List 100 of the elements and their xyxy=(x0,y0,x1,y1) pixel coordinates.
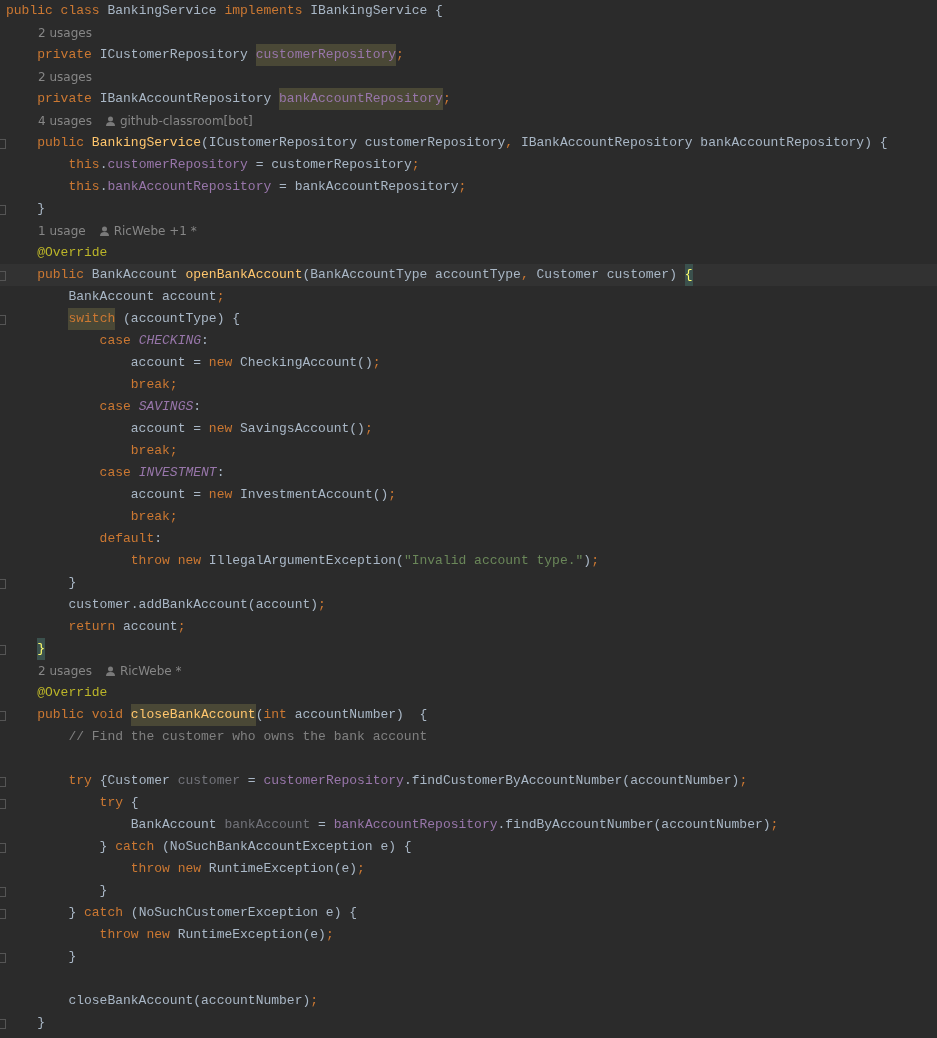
code-token: BankAccount xyxy=(129,816,218,834)
author-hint[interactable]: github-classroom[bot] xyxy=(119,114,253,128)
code-token: case xyxy=(98,398,132,416)
code-token: this xyxy=(67,156,100,174)
code-token: Customer customer) xyxy=(536,266,678,284)
code-token: RuntimeException(e) xyxy=(208,860,358,878)
code-token: ; xyxy=(388,486,397,504)
code-token: default xyxy=(98,530,155,548)
usages-hint[interactable]: 2 usages xyxy=(38,70,92,84)
code-token: ; xyxy=(739,772,748,790)
code-token: public xyxy=(36,134,85,152)
code-token: try xyxy=(98,794,125,812)
code-token: public class xyxy=(6,2,101,20)
fold-marker-icon[interactable] xyxy=(0,777,6,787)
code-token: : xyxy=(193,398,202,416)
fold-marker-icon[interactable] xyxy=(0,953,6,963)
code-token: bankAccountRepository xyxy=(107,178,272,196)
code-token: BankingService xyxy=(91,134,202,152)
fold-marker-icon[interactable] xyxy=(0,1019,6,1029)
code-token: ; xyxy=(458,178,467,196)
code-token: INVESTMENT xyxy=(138,464,217,482)
fold-marker-icon[interactable] xyxy=(0,909,6,919)
code-token: } xyxy=(98,838,109,856)
code-token: @Override xyxy=(36,684,108,702)
code-token: } xyxy=(36,1014,45,1032)
code-token: new xyxy=(208,354,234,372)
code-token: break; xyxy=(129,376,178,394)
code-token: ; xyxy=(442,90,451,108)
code-token: .findByAccountNumber(accountNumber) xyxy=(497,816,771,834)
code-token: break; xyxy=(129,442,178,460)
code-token: private xyxy=(36,90,93,108)
code-token: throw new xyxy=(98,926,171,944)
code-token: customer.addBankAccount(account) xyxy=(67,596,319,614)
code-token: accountNumber) { xyxy=(294,706,428,724)
code-token: account = xyxy=(129,420,203,438)
usages-hint[interactable]: 4 usages xyxy=(38,114,92,128)
fold-marker-icon[interactable] xyxy=(0,205,6,215)
code-token: private xyxy=(36,46,93,64)
code-token: , xyxy=(505,134,515,152)
fold-marker-icon[interactable] xyxy=(0,315,6,325)
fold-marker-icon[interactable] xyxy=(0,139,6,149)
code-token: customerRepository xyxy=(107,156,248,174)
code-token: (accountType) { xyxy=(122,310,241,328)
fold-marker-icon[interactable] xyxy=(0,645,6,655)
code-token: ; xyxy=(325,926,334,944)
fold-marker-icon[interactable] xyxy=(0,843,6,853)
code-token: } xyxy=(67,904,78,922)
code-token: "Invalid account type." xyxy=(403,552,584,570)
fold-marker-icon[interactable] xyxy=(0,887,6,897)
code-token: ; xyxy=(411,156,420,174)
author-hint[interactable]: RicWebe * xyxy=(119,664,182,678)
fold-marker-icon[interactable] xyxy=(0,711,6,721)
code-token: : xyxy=(201,332,209,350)
code-token: BankAccount account xyxy=(67,288,217,306)
code-token: try xyxy=(67,772,93,790)
code-token: return xyxy=(67,618,117,636)
code-token: ; xyxy=(396,46,404,64)
code-token: IBankingService { xyxy=(310,2,443,20)
code-token: = customerRepository xyxy=(254,156,412,174)
usages-hint[interactable]: 2 usages xyxy=(38,26,92,40)
highlighted-code-token: switch xyxy=(68,308,116,330)
code-token: = xyxy=(317,816,327,834)
code-token: case xyxy=(98,332,132,350)
code-token: InvestmentAccount() xyxy=(240,486,389,504)
code-token: ; xyxy=(177,618,186,636)
usages-hint[interactable]: 2 usages xyxy=(38,664,92,678)
highlighted-code-token: bankAccountRepository xyxy=(279,88,443,110)
code-token: ; xyxy=(310,992,319,1010)
code-token: implements xyxy=(224,2,304,20)
code-token: @Override xyxy=(36,244,108,262)
code-token: , xyxy=(520,266,530,284)
code-token: { xyxy=(130,794,139,812)
fold-marker-icon[interactable] xyxy=(0,579,6,589)
code-token: : xyxy=(216,464,225,482)
code-token: int xyxy=(263,706,288,724)
code-token: ; xyxy=(770,816,779,834)
code-token: BankingService xyxy=(107,2,218,20)
code-token: (NoSuchCustomerException e) { xyxy=(130,904,358,922)
person-icon xyxy=(105,116,115,126)
code-token: ICustomerRepository xyxy=(99,46,249,64)
code-token: IllegalArgumentException( xyxy=(208,552,404,570)
code-token: {Customer xyxy=(99,772,171,790)
usages-hint[interactable]: 1 usage xyxy=(38,224,86,238)
code-token: CheckingAccount() xyxy=(240,354,373,372)
code-token: BankAccount xyxy=(91,266,179,284)
fold-marker-icon[interactable] xyxy=(0,799,6,809)
code-token: throw new xyxy=(129,552,203,570)
author-hint[interactable]: RicWebe +1 * xyxy=(113,224,197,238)
code-token: this xyxy=(67,178,100,196)
code-token: SavingsAccount() xyxy=(240,420,365,438)
code-token: catch xyxy=(84,904,125,922)
code-token: account = xyxy=(129,354,203,372)
highlighted-code-token: closeBankAccount xyxy=(130,704,256,726)
code-token: customerRepository xyxy=(263,772,404,790)
code-token: .findCustomerByAccountNumber(accountNumber) xyxy=(403,772,740,790)
code-token: ; xyxy=(364,420,373,438)
code-token: closeBankAccount(accountNumber) xyxy=(67,992,311,1010)
matched-brace: } xyxy=(37,638,46,660)
code-token: } xyxy=(98,882,108,900)
code-token: RuntimeException(e) xyxy=(177,926,326,944)
